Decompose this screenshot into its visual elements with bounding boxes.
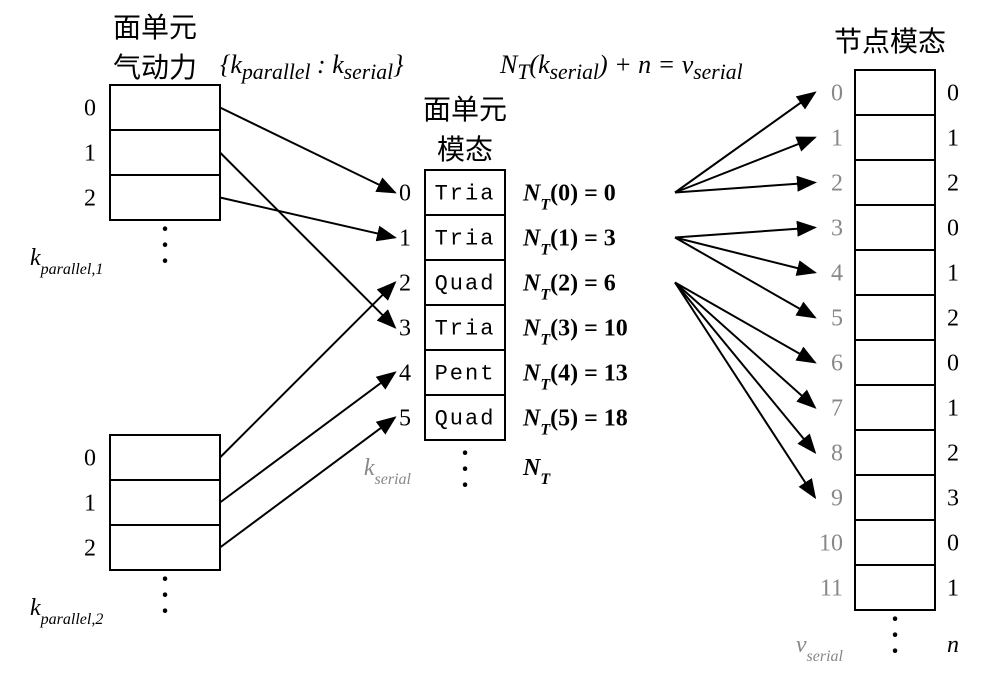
face-modal-index: 3	[399, 316, 411, 342]
vdots-icon: ·	[890, 636, 899, 667]
aero-index: 1	[84, 141, 96, 167]
face-type: Quad	[435, 407, 496, 432]
k-parallel-2-label: kparallel,2	[30, 595, 103, 628]
face-type: Tria	[435, 317, 496, 342]
nt-symbol: NT	[522, 455, 551, 488]
nt-label: NT(3) = 10	[522, 316, 628, 349]
arrows-left	[220, 108, 395, 548]
face-modal-index: 4	[399, 361, 411, 387]
n-index: 1	[947, 576, 959, 602]
vertex-modal-cell	[855, 475, 935, 520]
aero-cell	[110, 85, 220, 130]
center-title: 面单元模态	[405, 88, 525, 168]
n-index: 2	[947, 306, 959, 332]
k-parallel-1-label: kparallel,1	[30, 245, 103, 278]
v-serial-index: 9	[831, 486, 843, 512]
map-arrow	[675, 283, 815, 363]
v-serial-index: 10	[819, 531, 843, 557]
n-label: n	[947, 632, 959, 658]
vdots-icon: ·	[160, 596, 169, 627]
map-arrow	[220, 198, 395, 238]
vertex-modal-cell	[855, 340, 935, 385]
right-title: 节点模态	[820, 20, 960, 60]
left-title: 面单元气动力	[95, 6, 215, 86]
left-block-2: 012···	[84, 435, 220, 627]
face-modal-index: 5	[399, 406, 411, 432]
face-type: Quad	[435, 272, 496, 297]
map-arrow	[675, 238, 815, 273]
v-serial-label: vserial	[796, 632, 844, 665]
left-title-text: 面单元气动力	[113, 13, 197, 84]
n-index: 0	[947, 531, 959, 557]
aero-index: 0	[84, 446, 96, 472]
vertex-modal-cell	[855, 295, 935, 340]
n-index: 0	[947, 216, 959, 242]
map-arrow	[220, 283, 395, 458]
nt-label: NT(4) = 13	[522, 361, 628, 394]
face-modal-index: 0	[399, 181, 411, 207]
n-index: 0	[947, 81, 959, 107]
arrows-right	[675, 93, 815, 498]
vdots-icon: ·	[160, 246, 169, 277]
right-block: 00112230415260718293100111vserialn···	[796, 70, 959, 667]
face-modal-index: 2	[399, 271, 411, 297]
aero-cell	[110, 480, 220, 525]
map-arrow	[675, 93, 815, 193]
vertex-modal-cell	[855, 115, 935, 160]
v-serial-index: 6	[831, 351, 843, 377]
nt-label: NT(2) = 6	[522, 271, 616, 304]
v-serial-index: 5	[831, 306, 843, 332]
n-index: 2	[947, 171, 959, 197]
n-index: 2	[947, 441, 959, 467]
vertex-modal-cell	[855, 70, 935, 115]
center-block: 0 Tria NT(0) = 0 1 Tria NT(1) = 3 2 Quad NT(2) =…	[364, 170, 628, 501]
formula-map-right: NT(kserial) + n = vserial	[500, 50, 743, 85]
n-index: 1	[947, 261, 959, 287]
v-serial-index: 4	[831, 261, 843, 287]
vertex-modal-cell	[855, 385, 935, 430]
nt-label: NT(5) = 18	[522, 406, 628, 439]
vertex-modal-cell	[855, 520, 935, 565]
aero-index: 1	[84, 491, 96, 517]
center-title-text: 面单元模态	[423, 95, 507, 166]
n-index: 1	[947, 126, 959, 152]
face-type: Tria	[435, 182, 496, 207]
formula-map-left: {kparallel : kserial}	[220, 50, 404, 85]
v-serial-index: 0	[831, 81, 843, 107]
extra-labels: kparallel,1 kparallel,2	[30, 245, 103, 628]
aero-index: 2	[84, 186, 96, 212]
n-index: 3	[947, 486, 959, 512]
aero-index: 2	[84, 536, 96, 562]
aero-index: 0	[84, 96, 96, 122]
aero-cell	[110, 130, 220, 175]
map-arrow	[675, 238, 815, 318]
face-type: Tria	[435, 227, 496, 252]
v-serial-index: 3	[831, 216, 843, 242]
v-serial-index: 1	[831, 126, 843, 152]
n-index: 1	[947, 396, 959, 422]
vertex-modal-cell	[855, 205, 935, 250]
left-block-1: 012···	[84, 85, 220, 277]
v-serial-index: 11	[820, 576, 843, 602]
nt-label: NT(0) = 0	[522, 181, 616, 214]
vertex-modal-cell	[855, 430, 935, 475]
n-index: 0	[947, 351, 959, 377]
vertex-modal-cell	[855, 160, 935, 205]
right-title-text: 节点模态	[834, 27, 946, 58]
aero-cell	[110, 435, 220, 480]
map-arrow	[675, 283, 815, 453]
vertex-modal-cell	[855, 250, 935, 295]
nt-label: NT(1) = 3	[522, 226, 616, 259]
map-arrow	[675, 228, 815, 238]
k-serial-label: kserial	[364, 455, 412, 488]
v-serial-index: 7	[831, 396, 843, 422]
face-type: Pent	[435, 362, 496, 387]
v-serial-index: 2	[831, 171, 843, 197]
face-modal-index: 1	[399, 226, 411, 252]
v-serial-index: 8	[831, 441, 843, 467]
vdots-icon: ·	[460, 470, 469, 501]
